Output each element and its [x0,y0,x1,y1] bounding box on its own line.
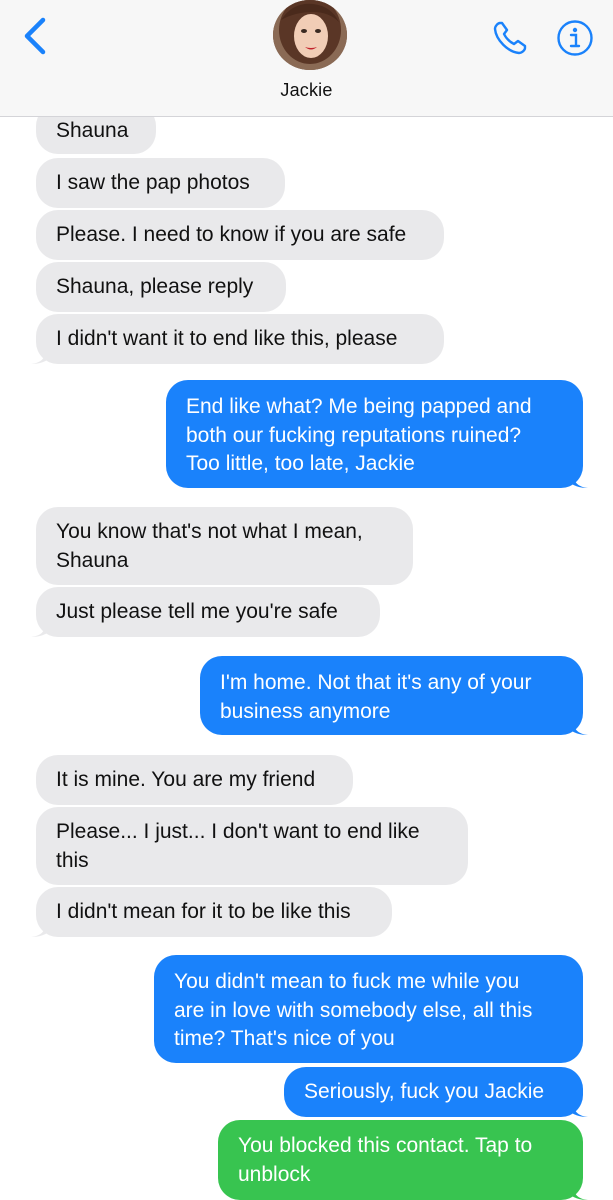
contact-name[interactable]: Jackie [0,80,613,101]
info-button[interactable] [555,18,595,58]
outgoing-message[interactable]: You didn't mean to fuck me while you are… [154,955,583,1063]
message-line: Please... I just... I don't want to end … [56,820,420,843]
message-line: You know that's not what I mean, [56,520,363,543]
outgoing-message[interactable]: I'm home. Not that it's any of your busi… [200,656,588,735]
bubble-tail [31,915,51,937]
message-line: both our fucking reputations ruined? [186,423,522,447]
incoming-message[interactable]: Please... I just... I don't want to end … [36,807,468,885]
message-line: End like what? Me being papped and [186,395,532,418]
bubble-tail [31,342,51,364]
bubble-tail [31,615,51,637]
message-text: I saw the pap photos [56,171,250,194]
bubble-tail [568,1178,588,1200]
incoming-message[interactable]: Just please tell me you're safe [31,587,380,637]
message-thread[interactable]: Shauna I saw the pap photos Please. I ne… [0,0,613,1200]
message-line: business anymore [220,699,391,723]
incoming-message[interactable]: It is mine. You are my friend [36,755,353,805]
bubble-tail [568,466,588,488]
message-text: Shauna [56,119,129,142]
message-line: time? That's nice of you [174,1027,395,1050]
message-line: unblock [238,1162,311,1186]
message-text: I didn't mean for it to be like this [56,900,351,923]
message-text: I didn't want it to end like this, pleas… [56,327,398,350]
message-line: I'm home. Not that it's any of your [220,671,532,694]
message-text: Just please tell me you're safe [56,600,338,623]
contact-avatar[interactable] [273,0,347,70]
message-line: Too little, too late, Jackie [186,452,415,475]
call-button[interactable] [490,18,530,58]
outgoing-message[interactable]: End like what? Me being papped and both … [166,380,588,488]
message-text: Shauna, please reply [56,275,254,298]
incoming-message[interactable]: I didn't want it to end like this, pleas… [31,314,444,364]
bubble-tail [568,1095,588,1117]
message-text: Please. I need to know if you are safe [56,223,407,246]
incoming-message[interactable]: Please. I need to know if you are safe [36,210,444,260]
incoming-message[interactable]: I didn't mean for it to be like this [31,887,392,937]
info-icon [557,20,593,56]
blocked-contact-notice[interactable]: You blocked this contact. Tap to unblock [218,1120,588,1200]
outgoing-message[interactable]: Seriously, fuck you Jackie [284,1067,588,1117]
message-line: You didn't mean to fuck me while you [174,970,520,993]
message-line: are in love with somebody else, all this [174,998,533,1022]
chevron-left-icon [24,17,46,55]
bubble-tail [568,713,588,735]
message-line: Shauna [56,548,129,572]
incoming-message[interactable]: Shauna, please reply [36,262,286,312]
message-text: Seriously, fuck you Jackie [304,1080,545,1103]
message-text: It is mine. You are my friend [56,768,316,791]
avatar-image [273,0,347,70]
conversation-header: Jackie [0,0,613,117]
phone-icon [493,21,527,55]
back-button[interactable] [18,16,54,56]
message-line: You blocked this contact. Tap to [238,1134,533,1157]
message-line: this [56,848,89,872]
incoming-message[interactable]: You know that's not what I mean, Shauna [36,507,413,585]
incoming-message[interactable]: I saw the pap photos [36,158,285,208]
